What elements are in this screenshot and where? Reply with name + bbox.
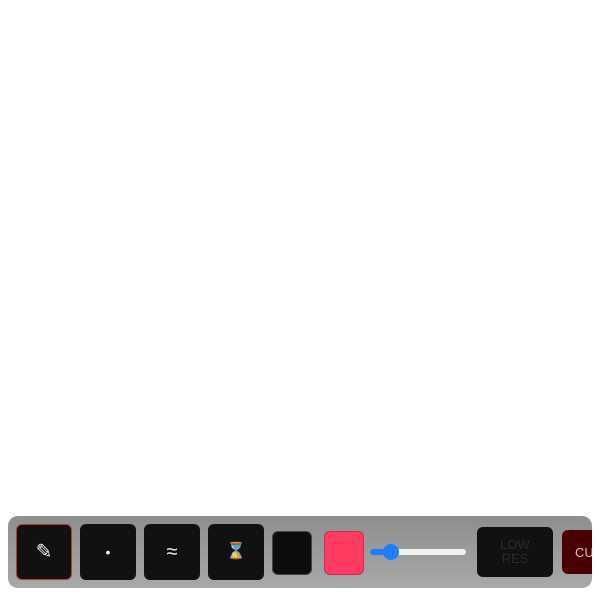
hourglass-icon: ⌛: [226, 543, 246, 560]
low-res-label-line2: RES: [501, 551, 529, 566]
wave-tool-button[interactable]: ≈: [144, 524, 200, 580]
color-swatch-pink[interactable]: [324, 531, 364, 575]
drawing-canvas[interactable]: [0, 0, 600, 514]
low-res-button[interactable]: LOW RES: [477, 527, 553, 577]
cursor-button[interactable]: CURSOR: [562, 530, 592, 574]
low-res-label-line1: LOW: [500, 537, 530, 552]
pencil-tool-button[interactable]: ✎: [16, 524, 72, 580]
pencil-icon: ✎: [35, 541, 53, 563]
wave-icon: ≈: [166, 541, 178, 563]
dot-tool-button[interactable]: •: [80, 524, 136, 580]
hourglass-tool-button[interactable]: ⌛: [208, 524, 264, 580]
slider-thumb[interactable]: [383, 544, 399, 560]
color-swatch-black[interactable]: [272, 531, 312, 575]
brush-size-slider[interactable]: [370, 542, 466, 562]
dot-icon: •: [105, 544, 111, 560]
cursor-label: CURSOR: [575, 544, 592, 560]
toolbar: ✎ • ≈ ⌛ LOW RES CURSOR: [8, 516, 592, 588]
